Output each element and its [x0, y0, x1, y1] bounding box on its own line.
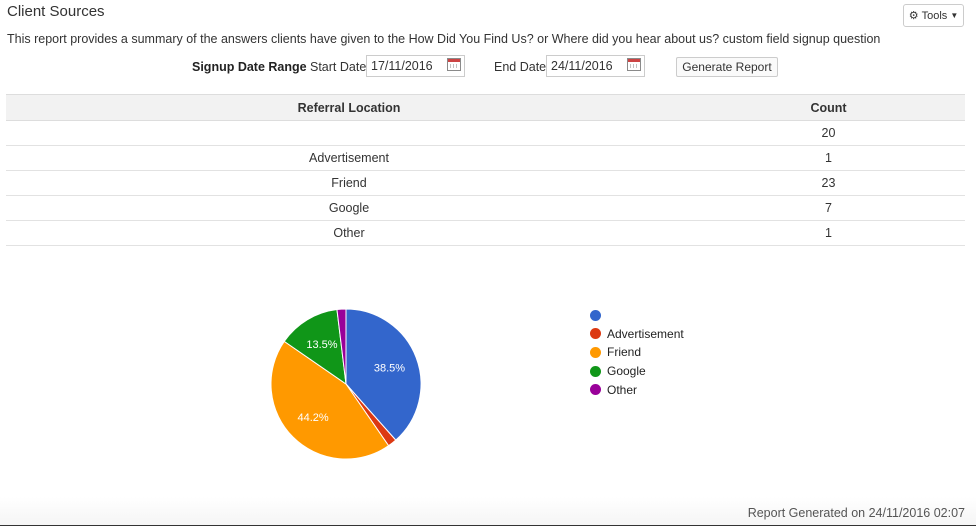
column-header-count: Count: [810, 100, 847, 115]
table-row: Other 1: [6, 221, 965, 246]
cell-count: 1: [825, 226, 832, 240]
referral-pie-chart: 38.5% 44.2% 13.5%: [270, 308, 422, 460]
calendar-icon[interactable]: [447, 58, 461, 71]
referral-table: Referral Location Count 20 Advertisement…: [6, 94, 965, 246]
tools-dropdown-button[interactable]: ⚙ Tools ▼: [903, 4, 964, 27]
legend-label: Google: [607, 364, 646, 379]
legend-item: Friend: [590, 343, 684, 362]
legend-swatch: [590, 365, 601, 377]
gears-icon: ⚙: [908, 10, 919, 22]
legend-label: Advertisement: [607, 326, 684, 341]
legend-item: Google: [590, 362, 684, 381]
caret-down-icon: ▼: [950, 11, 959, 20]
cell-location: Advertisement: [309, 151, 389, 165]
cell-count: 23: [821, 176, 836, 190]
legend-item: Other: [590, 380, 684, 399]
pie-slice-label: 13.5%: [306, 339, 337, 351]
report-generated-timestamp: Report Generated on 24/11/2016 02:07: [747, 506, 965, 520]
legend-label: Other: [607, 382, 638, 397]
end-date-label: End Date:: [494, 60, 550, 74]
tools-label: Tools: [921, 9, 948, 22]
legend-swatch: [590, 309, 601, 321]
chart-legend: Advertisement Friend Google Other: [590, 306, 684, 399]
start-date-label: Start Date:: [310, 60, 370, 74]
calendar-icon[interactable]: [627, 58, 641, 71]
legend-swatch: [590, 384, 601, 396]
cell-count: 1: [825, 151, 832, 165]
cell-location: Google: [328, 201, 370, 215]
legend-swatch: [590, 328, 601, 340]
report-description: This report provides a summary of the an…: [7, 32, 881, 46]
legend-item: Advertisement: [590, 325, 684, 344]
page-title: Client Sources: [7, 3, 105, 20]
signup-date-range-label: Signup Date Range: [192, 60, 307, 74]
cell-location: Other: [333, 226, 365, 240]
pie-slice-label: 44.2%: [298, 412, 329, 424]
column-header-referral-location: Referral Location: [297, 100, 401, 115]
legend-label: Friend: [607, 345, 642, 360]
table-row: Friend 23: [6, 171, 965, 196]
generate-report-button[interactable]: Generate Report: [676, 57, 778, 77]
legend-item: [590, 306, 684, 325]
cell-count: 7: [825, 201, 832, 215]
cell-location: Friend: [331, 176, 367, 190]
legend-swatch: [590, 346, 601, 358]
table-header: Referral Location Count: [6, 94, 965, 121]
table-row: Google 7: [6, 196, 965, 221]
table-row: Advertisement 1: [6, 146, 965, 171]
pie-slice-label: 38.5%: [374, 363, 405, 375]
table-row: 20: [6, 121, 965, 146]
cell-count: 20: [821, 126, 836, 140]
